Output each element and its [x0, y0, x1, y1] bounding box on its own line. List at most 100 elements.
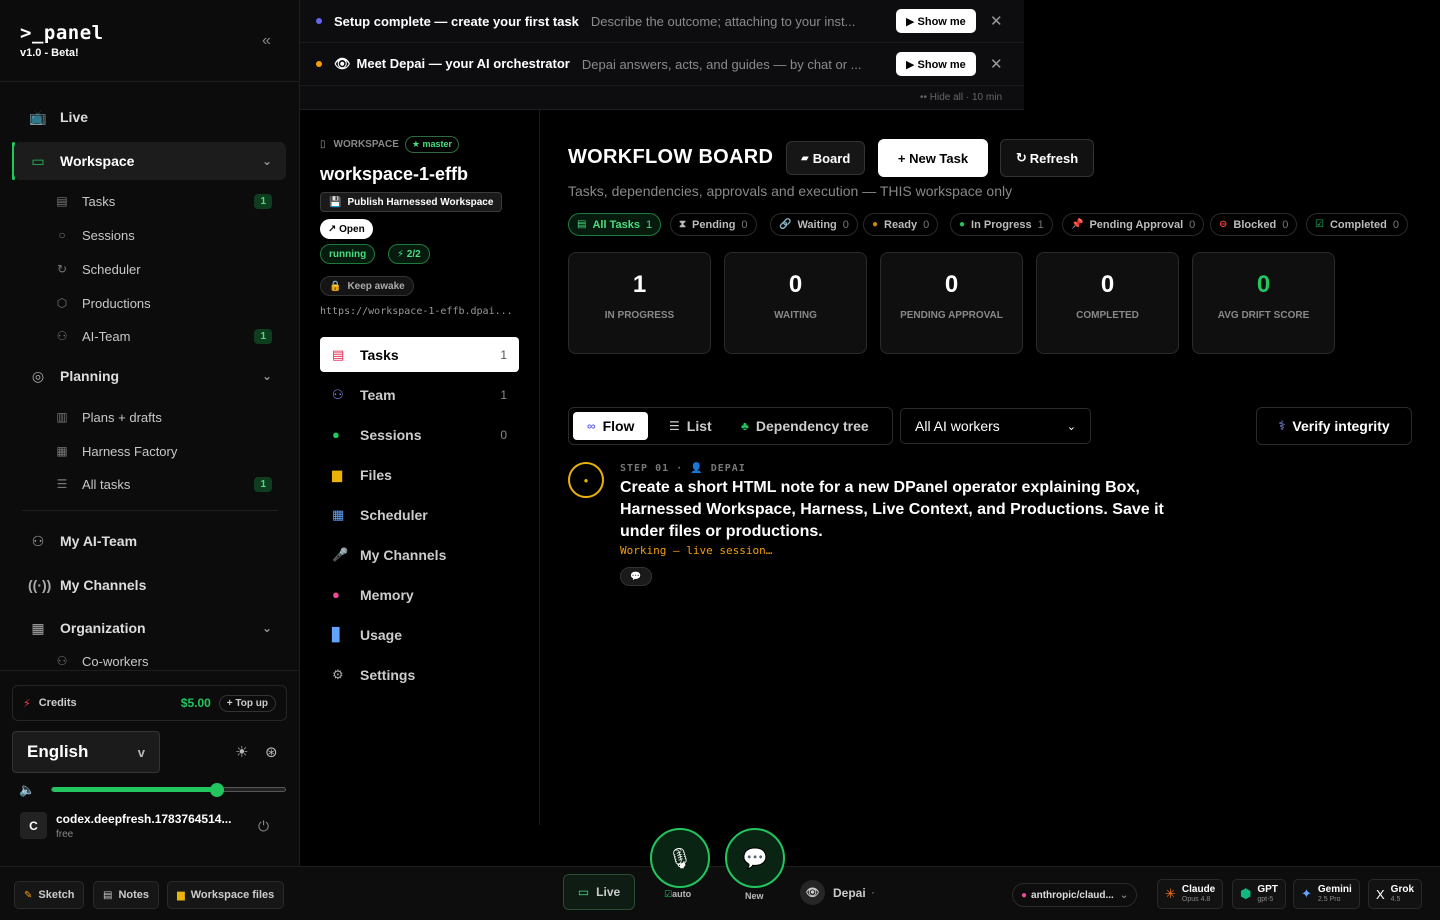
nav-planning[interactable]: ◎ Planning ⌄	[14, 357, 286, 395]
new-task-button[interactable]: + New Task	[878, 139, 988, 177]
provider-name: Claude	[1181, 884, 1216, 895]
calendar-icon: ▦	[332, 506, 345, 522]
filter-all-tasks[interactable]: ▤ All Tasks 1	[568, 213, 662, 236]
sidebar-item-harness-factory[interactable]: ▦ Harness Factory	[48, 436, 278, 466]
bolt-icon: ⚡	[23, 697, 31, 710]
sidebar-item-label: Co-workers	[82, 654, 149, 668]
building-icon: ▦	[31, 619, 45, 636]
ws-nav-team[interactable]: ⚇ Team 1	[320, 377, 519, 412]
nav-my-ai-team[interactable]: ⚇ My AI-Team	[14, 522, 286, 560]
language-select[interactable]: English v	[12, 731, 160, 773]
chevron-down-icon[interactable]: ⌄	[262, 369, 272, 383]
provider-grok[interactable]: X Grok 4.5	[1368, 879, 1423, 909]
volume-slider[interactable]	[51, 783, 286, 797]
close-icon[interactable]: ✕	[990, 55, 1003, 73]
pencil-icon: ✎	[24, 889, 33, 901]
ws-nav-my-channels[interactable]: 🎤 My Channels	[320, 537, 519, 572]
sidebar-item-scheduler[interactable]: ↻ Scheduler	[48, 254, 278, 284]
new-chat-button[interactable]: 💬	[725, 828, 785, 888]
sidebar-item-coworkers[interactable]: ⚇ Co-workers	[48, 654, 278, 668]
filter-waiting[interactable]: 🔗 Waiting 0	[770, 213, 858, 236]
nav-workspace[interactable]: ▭ Workspace ⌄	[14, 142, 286, 180]
ws-nav-scheduler[interactable]: ▦ Scheduler	[320, 497, 519, 532]
filter-count: 0	[1392, 218, 1399, 231]
verify-integrity-button[interactable]: ⚕ Verify integrity	[1256, 407, 1412, 445]
collapse-sidebar-icon[interactable]: «	[262, 32, 271, 50]
microphone-button[interactable]: 🎙	[650, 828, 710, 888]
ws-nav-tasks[interactable]: ▤ Tasks 1	[320, 337, 519, 372]
publish-button[interactable]: 💾 Publish Harnessed Workspace	[320, 192, 503, 212]
chevron-down-icon[interactable]: ⌄	[262, 621, 272, 635]
nav-live[interactable]: 📺 Live	[14, 98, 286, 136]
users-icon: ⚇	[56, 329, 68, 343]
ws-nav-memory[interactable]: ● Memory	[320, 577, 519, 612]
topup-button[interactable]: + Top up	[218, 694, 276, 712]
show-me-button[interactable]: ▶ Show me	[896, 52, 976, 76]
view-flow[interactable]: ∞ Flow	[573, 412, 649, 440]
sidebar-item-productions[interactable]: ⬡ Productions	[48, 288, 278, 318]
sidebar-item-ai-team[interactable]: ⚇ AI-Team 1	[48, 321, 278, 351]
step-title[interactable]: Create a short HTML note for a new DPane…	[620, 477, 1210, 543]
ws-nav-settings[interactable]: ⚙ Settings	[320, 657, 519, 692]
sketch-button[interactable]: ✎ Sketch	[14, 881, 85, 909]
filter-count: 0	[1282, 218, 1289, 231]
ws-nav-files[interactable]: ▆ Files	[320, 457, 519, 492]
user-profile[interactable]: C codex.deepfresh.1783764514... free ⏻	[20, 812, 290, 844]
stat-value: 1	[632, 271, 647, 298]
workspace-files-button[interactable]: ▆ Workspace files	[167, 881, 285, 909]
board-button[interactable]: ▰ Board	[786, 141, 866, 175]
volume-knob[interactable]	[209, 783, 224, 797]
stat-label: WAITING	[774, 310, 817, 321]
chevron-down-icon: ⌄	[1066, 420, 1076, 433]
sidebar-item-label: Tasks	[82, 193, 116, 209]
ws-nav-usage[interactable]: ▊ Usage	[320, 617, 519, 652]
help-icon[interactable]: ⊛	[265, 743, 278, 761]
close-icon[interactable]: ✕	[990, 12, 1003, 30]
keep-awake-toggle[interactable]: 🔒 Keep awake	[320, 276, 414, 296]
provider-gpt[interactable]: ⬢ GPT gpt-5	[1232, 879, 1286, 909]
auto-toggle[interactable]: ☑auto	[664, 889, 691, 900]
sidebar-item-tasks[interactable]: ▤ Tasks 1	[48, 186, 278, 216]
live-button[interactable]: ▭ Live	[563, 874, 635, 910]
refresh-button[interactable]: ↻ Refresh	[1000, 139, 1094, 177]
sidebar-item-all-tasks[interactable]: ☰ All tasks 1	[48, 469, 278, 499]
refresh-label: Refresh	[1029, 150, 1079, 166]
sidebar-item-plans[interactable]: ▥ Plans + drafts	[48, 402, 278, 432]
brain-icon: ●	[332, 587, 340, 602]
provider-sub: 2.5 Pro	[1317, 896, 1341, 903]
sun-icon[interactable]: ☀	[235, 743, 248, 761]
open-button[interactable]: ↗ Open	[320, 219, 373, 239]
filter-completed[interactable]: ☑ Completed 0	[1306, 213, 1408, 236]
filter-ready[interactable]: ● Ready 0	[863, 213, 939, 236]
comment-icon[interactable]: 💬	[620, 567, 652, 586]
ws-nav-sessions[interactable]: ● Sessions 0	[320, 417, 519, 452]
eye-icon: 👁	[800, 880, 825, 905]
stat-label: IN PROGRESS	[604, 310, 675, 321]
banner-title: Meet Depai — your AI orchestrator	[356, 56, 570, 71]
view-list[interactable]: ☰ List	[655, 412, 726, 440]
nav-my-channels[interactable]: ((·)) My Channels	[14, 566, 286, 604]
hide-all-link[interactable]: •• Hide all · 10 min	[920, 92, 1002, 103]
ws-nav-label: Sessions	[360, 426, 422, 443]
power-icon[interactable]: ⏻	[258, 818, 269, 835]
filter-pending[interactable]: ⧗ Pending 0	[670, 213, 757, 236]
sidebar-item-sessions[interactable]: ○ Sessions	[48, 220, 278, 250]
workspace-label: ▯ WORKSPACE ★ master	[320, 136, 459, 153]
depai-selector[interactable]: 👁 Depai ·	[800, 880, 875, 905]
workspace-url[interactable]: https://workspace-1-effb.dpai...	[320, 306, 520, 317]
chevron-down-icon[interactable]: ⌄	[262, 154, 272, 168]
filter-in-progress[interactable]: ● In Progress 1	[950, 213, 1053, 236]
step-meta: STEP 01 · 👤 DEPAI	[620, 463, 746, 474]
worker-select[interactable]: All AI workers ⌄	[900, 408, 1091, 444]
keep-awake-label: Keep awake	[347, 280, 405, 292]
provider-gemini[interactable]: ✦ Gemini 2.5 Pro	[1293, 879, 1360, 909]
provider-claude[interactable]: ✳ Claude Opus 4.8	[1157, 879, 1224, 909]
filter-blocked[interactable]: ⊖ Blocked 0	[1210, 213, 1298, 236]
publish-label: Publish Harnessed Workspace	[347, 196, 494, 208]
nav-organization[interactable]: ▦ Organization ⌄	[14, 609, 286, 647]
filter-pending-approval[interactable]: 📌 Pending Approval 0	[1062, 213, 1205, 236]
notes-button[interactable]: ▤ Notes	[93, 881, 160, 909]
view-dependency-tree[interactable]: ♣ Dependency tree	[727, 412, 883, 440]
show-me-button[interactable]: ▶ Show me	[896, 9, 976, 33]
model-selector[interactable]: ● anthropic/claud... ⌄	[1012, 883, 1138, 907]
